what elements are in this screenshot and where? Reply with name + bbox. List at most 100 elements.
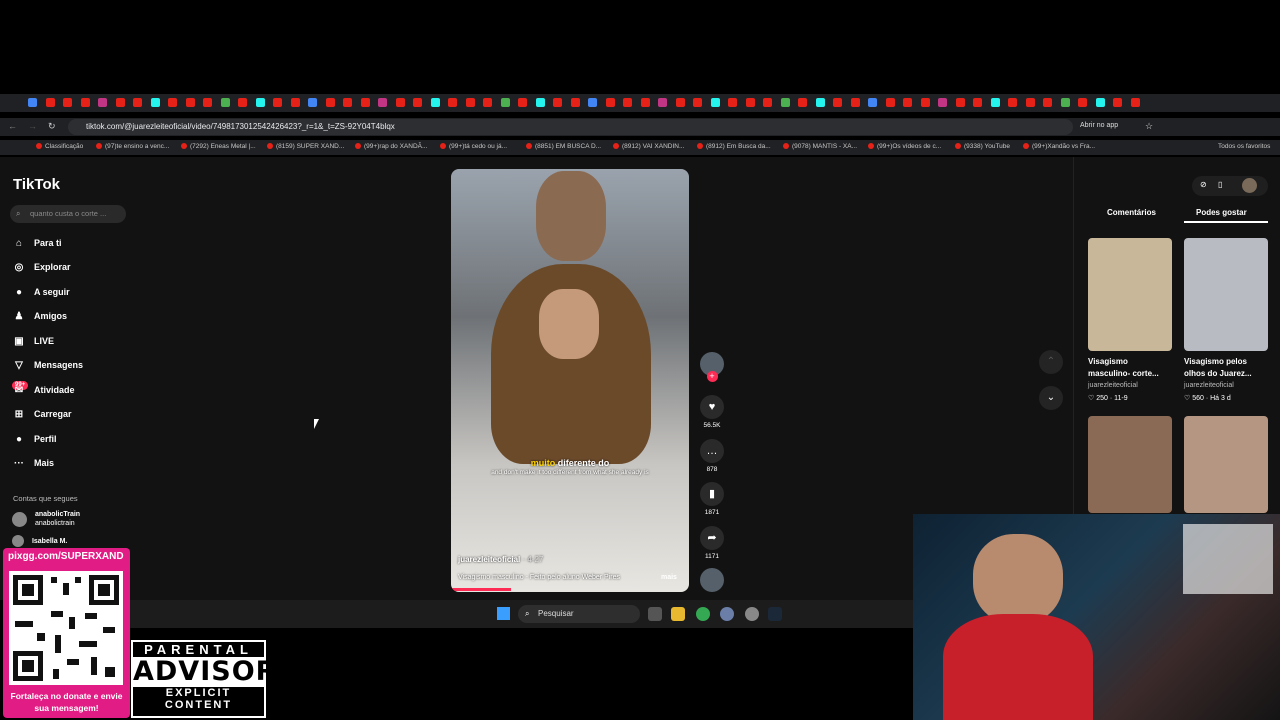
tab-favicon[interactable] bbox=[885, 98, 895, 107]
tab-favicon[interactable] bbox=[588, 98, 597, 107]
tab-favicon[interactable] bbox=[80, 98, 90, 107]
steam-icon[interactable] bbox=[768, 607, 782, 621]
tab-favicon[interactable] bbox=[395, 98, 405, 107]
recommended-author[interactable]: juarezleiteoficial bbox=[1184, 382, 1234, 389]
bookmark-item[interactable]: (99+)rap do XANDÃ... bbox=[355, 143, 427, 150]
tab-favicon[interactable] bbox=[780, 98, 790, 107]
more-link[interactable]: mais bbox=[661, 574, 677, 581]
tab-you-may-like[interactable]: Podes gostar bbox=[1196, 208, 1247, 217]
following-item[interactable]: Isabella M. bbox=[12, 535, 67, 547]
tab-favicon[interactable] bbox=[973, 98, 982, 107]
recommended-title[interactable]: Visagismo pelos olhos do Juarez... bbox=[1184, 356, 1268, 380]
tab-favicon[interactable] bbox=[798, 98, 807, 107]
tab-favicon[interactable] bbox=[255, 98, 265, 107]
tab-favicon[interactable] bbox=[518, 98, 527, 107]
save-button[interactable]: ▮ 1871 bbox=[699, 482, 725, 516]
comment-button[interactable]: … 878 bbox=[699, 439, 725, 473]
tab-favicon[interactable] bbox=[1130, 98, 1140, 107]
bookmark-item[interactable]: (99+)tá cedo ou já... bbox=[440, 143, 507, 150]
tab-comments[interactable]: Comentários bbox=[1107, 208, 1156, 217]
obs-icon[interactable] bbox=[745, 607, 759, 621]
tab-favicon[interactable] bbox=[465, 98, 475, 107]
tab-favicon[interactable] bbox=[745, 98, 755, 107]
tab-favicon[interactable] bbox=[378, 98, 387, 107]
tab-favicon[interactable] bbox=[535, 98, 545, 107]
tab-favicon[interactable] bbox=[273, 98, 282, 107]
tab-favicon[interactable] bbox=[115, 98, 125, 107]
tab-favicon[interactable] bbox=[1060, 98, 1070, 107]
tab-favicon[interactable] bbox=[955, 98, 965, 107]
bookmark-item[interactable]: (99+)Os vídeos de c... bbox=[868, 143, 941, 150]
video-player[interactable]: muito diferente do and don't make it too… bbox=[451, 169, 689, 592]
sidebar-item-para-ti[interactable]: ⌂ Para ti bbox=[12, 235, 62, 251]
chrome-icon[interactable] bbox=[696, 607, 710, 621]
tab-favicon[interactable] bbox=[220, 98, 230, 107]
tab-favicon[interactable] bbox=[343, 98, 352, 107]
tab-favicon[interactable] bbox=[990, 98, 1000, 107]
tab-favicon[interactable] bbox=[1043, 98, 1052, 107]
bookmark-item[interactable]: (8912) Em Busca da... bbox=[697, 143, 771, 150]
bookmark-item[interactable]: (8851) EM BUSCA D... bbox=[526, 143, 601, 150]
tab-favicon[interactable] bbox=[1078, 98, 1087, 107]
next-video-button[interactable]: ⌄ bbox=[1039, 386, 1063, 410]
recommended-title[interactable]: Visagismo masculino- corte... bbox=[1088, 356, 1172, 380]
tab-favicon[interactable] bbox=[63, 98, 72, 107]
follow-plus-icon[interactable]: + bbox=[706, 371, 718, 382]
tab-favicon[interactable] bbox=[238, 98, 247, 107]
sidebar-item-amigos[interactable]: ♟ Amigos bbox=[12, 308, 68, 324]
bookmark-item[interactable]: (8912) VAI XANDIN... bbox=[613, 143, 684, 150]
tab-favicon[interactable] bbox=[430, 98, 440, 107]
recommended-thumbnail[interactable] bbox=[1088, 238, 1172, 351]
sidebar-item-atividade[interactable]: ✉ Atividade bbox=[12, 382, 75, 398]
tab-favicon[interactable] bbox=[185, 98, 195, 107]
tab-favicon[interactable] bbox=[920, 98, 930, 107]
tab-favicon[interactable] bbox=[325, 98, 335, 107]
author-avatar-button[interactable]: + bbox=[699, 352, 725, 382]
tab-favicon[interactable] bbox=[728, 98, 737, 107]
tab-favicon[interactable] bbox=[675, 98, 685, 107]
tiktok-logo[interactable]: TikTok bbox=[13, 176, 60, 193]
sidebar-item-carregar[interactable]: ⊞ Carregar bbox=[12, 406, 72, 422]
tab-favicon[interactable] bbox=[1025, 98, 1035, 107]
settings-icon[interactable] bbox=[720, 607, 734, 621]
tab-favicon[interactable] bbox=[640, 98, 650, 107]
share-button[interactable]: ➦ 1171 bbox=[699, 526, 725, 560]
bookmark-item[interactable]: (97)te ensino a venc... bbox=[96, 143, 169, 150]
tab-favicon[interactable] bbox=[45, 98, 55, 107]
tab-favicon[interactable] bbox=[448, 98, 457, 107]
tab-favicon[interactable] bbox=[290, 98, 300, 107]
bookmark-item[interactable]: (8159) SUPER XAND... bbox=[267, 143, 344, 150]
back-icon[interactable]: ← bbox=[8, 121, 17, 131]
tab-favicon[interactable] bbox=[133, 98, 142, 107]
sidebar-item-mensagens[interactable]: ▽ Mensagens bbox=[12, 357, 83, 373]
sidebar-item-live[interactable]: ▣ LIVE bbox=[12, 333, 54, 349]
forward-icon[interactable]: → bbox=[28, 121, 37, 131]
tab-favicon[interactable] bbox=[413, 98, 422, 107]
video-author[interactable]: juarezleiteoficial · 4-27 bbox=[458, 555, 543, 564]
tab-favicon[interactable] bbox=[710, 98, 720, 107]
address-bar[interactable]: tiktok.com/@juarezleiteoficial/video/749… bbox=[68, 119, 1073, 135]
like-button[interactable]: ♥ 56.5K bbox=[699, 395, 725, 429]
recommended-thumbnail[interactable] bbox=[1184, 238, 1268, 351]
tab-favicon[interactable] bbox=[1095, 98, 1105, 107]
recommended-author[interactable]: juarezleiteoficial bbox=[1088, 382, 1138, 389]
task-view-icon[interactable] bbox=[648, 607, 662, 621]
tab-favicon[interactable] bbox=[623, 98, 632, 107]
reload-icon[interactable]: ↻ bbox=[48, 121, 56, 132]
recommended-thumbnail[interactable] bbox=[1088, 416, 1172, 513]
tab-favicon[interactable] bbox=[1113, 98, 1122, 107]
sound-avatar[interactable] bbox=[699, 568, 725, 592]
tab-favicon[interactable] bbox=[483, 98, 492, 107]
tab-favicon[interactable] bbox=[168, 98, 177, 107]
star-icon[interactable]: ☆ bbox=[1145, 121, 1153, 132]
tab-favicon[interactable] bbox=[500, 98, 510, 107]
tab-favicon[interactable] bbox=[833, 98, 842, 107]
bookmark-item[interactable]: Classificação bbox=[36, 143, 83, 150]
tab-favicon[interactable] bbox=[693, 98, 702, 107]
tab-favicon[interactable] bbox=[763, 98, 772, 107]
search-input[interactable]: quanto custa o corte ... bbox=[10, 205, 126, 223]
tab-favicon[interactable] bbox=[98, 98, 107, 107]
recommended-thumbnail[interactable] bbox=[1184, 416, 1268, 513]
progress-bar[interactable] bbox=[451, 588, 511, 591]
taskbar-search[interactable]: Pesquisar bbox=[518, 605, 640, 623]
